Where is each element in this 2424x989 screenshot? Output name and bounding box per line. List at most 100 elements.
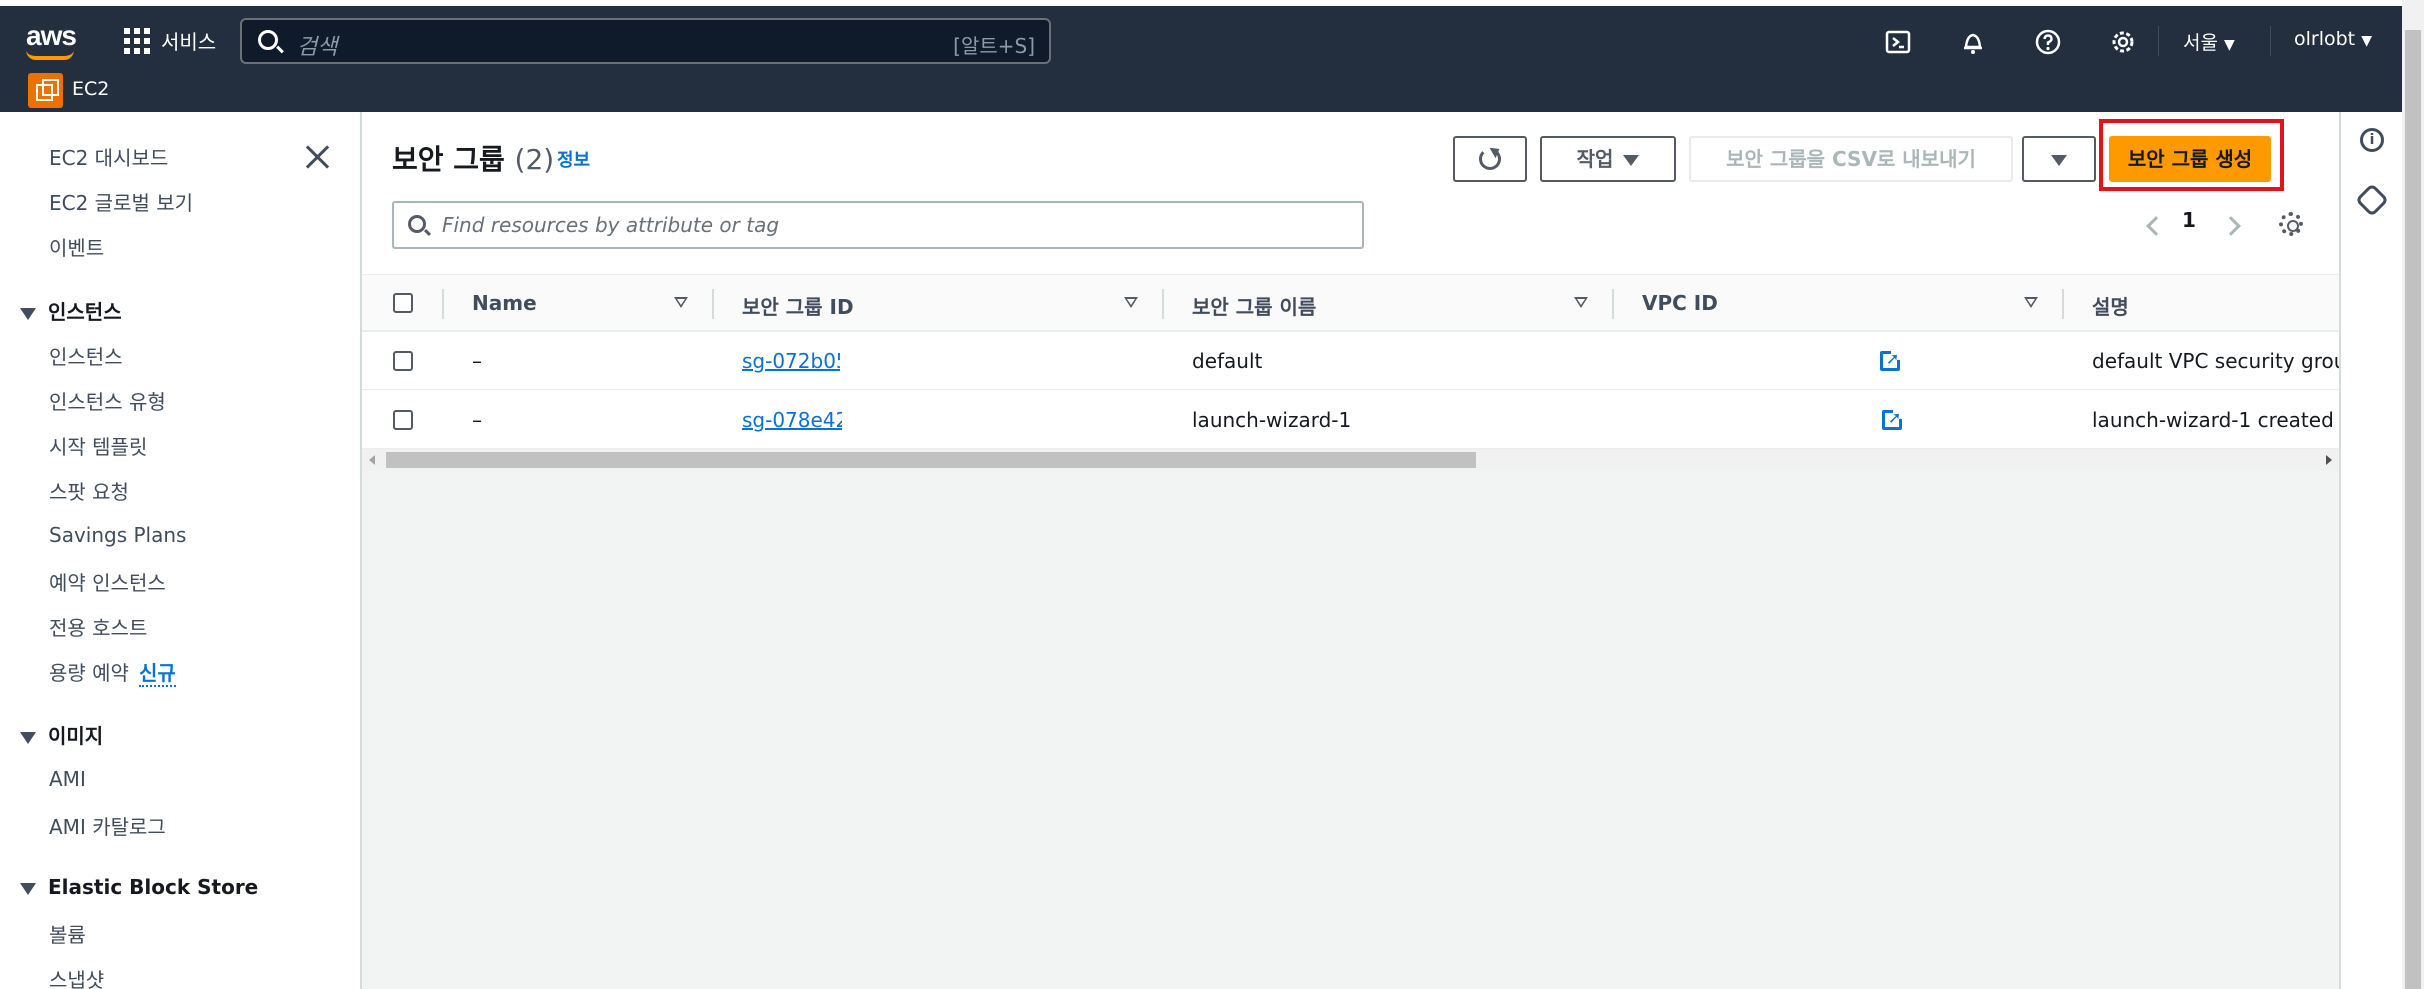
ec2-service-link[interactable]: EC2 bbox=[72, 78, 109, 100]
sidebar-item-ami[interactable]: AMI bbox=[49, 767, 86, 791]
external-link-icon[interactable] bbox=[1882, 408, 1903, 430]
cell-group-id-link[interactable]: sg-078e42 bbox=[742, 408, 842, 432]
search-icon bbox=[408, 215, 426, 233]
refresh-button[interactable] bbox=[1453, 136, 1527, 182]
row-checkbox[interactable] bbox=[393, 410, 413, 430]
sidebar-item-instance-types[interactable]: 인스턴스 유형 bbox=[49, 386, 166, 415]
help-icon[interactable] bbox=[2034, 28, 2062, 56]
cell-description: default VPC security group bbox=[2092, 349, 2360, 373]
column-header-description[interactable]: 설명 bbox=[2092, 291, 2129, 320]
sidebar-item-savings-plans[interactable]: Savings Plans bbox=[49, 523, 186, 547]
services-menu[interactable]: 서비스 bbox=[161, 26, 216, 55]
sidebar-item-global-view[interactable]: EC2 글로벌 보기 bbox=[49, 187, 193, 216]
main-content: 보안 그룹 (2) 정보 작업 보안 그룹을 CSV로 내보내기 보안 그룹 생… bbox=[362, 112, 2359, 989]
search-icon bbox=[258, 30, 278, 50]
column-header-vpc-id[interactable]: VPC ID bbox=[1642, 291, 1718, 315]
export-csv-button[interactable]: 보안 그룹을 CSV로 내보내기 bbox=[1689, 136, 2013, 182]
sidebar-item-ami-catalog[interactable]: AMI 카탈로그 bbox=[49, 811, 166, 840]
table-row[interactable]: – sg-078e42 launch-wizard-1 launch-wizar… bbox=[362, 391, 2353, 449]
caret-down-icon bbox=[20, 307, 36, 320]
chevron-left-icon[interactable] bbox=[2146, 216, 2166, 236]
vertical-scrollbar[interactable] bbox=[2402, 0, 2424, 989]
sidebar-item-capacity-reservations[interactable]: 용량 예약 신규 bbox=[49, 657, 176, 687]
sort-icon[interactable] bbox=[1574, 297, 1588, 308]
sidebar-item-dashboard[interactable]: EC2 대시보드 bbox=[49, 142, 168, 171]
cell-group-name: launch-wizard-1 bbox=[1192, 408, 1352, 432]
search-placeholder: 검색 bbox=[297, 35, 338, 60]
scroll-right-icon[interactable] bbox=[2326, 455, 2332, 465]
service-bar: EC2 bbox=[0, 70, 2424, 112]
filter-input[interactable]: Find resources by attribute or tag bbox=[392, 201, 1364, 249]
aws-logo-text: aws bbox=[26, 20, 77, 51]
page-title-text: 보안 그룹 bbox=[392, 143, 505, 176]
section-title: Elastic Block Store bbox=[48, 875, 259, 899]
chevron-down-icon: ▼ bbox=[2224, 37, 2235, 53]
security-groups-panel: 보안 그룹 (2) 정보 작업 보안 그룹을 CSV로 내보내기 보안 그룹 생… bbox=[362, 112, 2359, 471]
search-shortcut: [알트+S] bbox=[953, 34, 1035, 58]
services-grid-icon[interactable] bbox=[124, 28, 150, 54]
account-label: olrlobt bbox=[2294, 28, 2356, 50]
actions-button[interactable]: 작업 bbox=[1540, 136, 1676, 182]
sidebar-item-dedicated-hosts[interactable]: 전용 호스트 bbox=[49, 612, 147, 641]
info-link[interactable]: 정보 bbox=[557, 146, 590, 172]
top-navigation: aws 서비스 검색 [알트+S] 서울 ▼ olrlobt ▼ bbox=[0, 0, 2424, 70]
cloudshell-icon[interactable] bbox=[1884, 28, 1912, 56]
column-header-group-id[interactable]: 보안 그룹 ID bbox=[742, 291, 854, 320]
sidebar-section-ebs[interactable]: Elastic Block Store bbox=[20, 875, 258, 899]
cell-group-id-link[interactable]: sg-072b05 bbox=[742, 349, 840, 373]
page-number[interactable]: 1 bbox=[2182, 208, 2196, 232]
chevron-right-icon[interactable] bbox=[2221, 216, 2241, 236]
bell-icon[interactable] bbox=[1959, 28, 1987, 56]
sidebar-item-launch-templates[interactable]: 시작 템플릿 bbox=[49, 431, 147, 460]
column-header-group-name[interactable]: 보안 그룹 이름 bbox=[1192, 291, 1316, 320]
ec2-service-icon[interactable] bbox=[28, 73, 63, 108]
sidebar-item-snapshots[interactable]: 스냅샷 bbox=[49, 964, 104, 989]
refresh-icon bbox=[1479, 148, 1501, 170]
column-header-name[interactable]: Name bbox=[472, 291, 537, 315]
settings-icon[interactable] bbox=[2109, 28, 2137, 56]
sort-icon[interactable] bbox=[1124, 297, 1138, 308]
table-header: Name 보안 그룹 ID 보안 그룹 이름 VPC ID 설명 bbox=[362, 274, 2339, 332]
external-link-icon[interactable] bbox=[1880, 349, 1901, 371]
global-search-input[interactable]: 검색 [알트+S] bbox=[240, 18, 1051, 64]
region-label: 서울 bbox=[2183, 32, 2218, 54]
highlight-box bbox=[2099, 119, 2284, 191]
scrollbar-thumb[interactable] bbox=[2405, 30, 2421, 989]
sidebar-item-reserved-instances[interactable]: 예약 인스턴스 bbox=[49, 567, 166, 596]
horizontal-scrollbar[interactable] bbox=[362, 449, 2339, 471]
sort-icon[interactable] bbox=[674, 297, 688, 308]
sort-icon[interactable] bbox=[2024, 297, 2038, 308]
scrollbar-thumb[interactable] bbox=[386, 452, 1476, 468]
sidebar-item-label: 용량 예약 bbox=[49, 661, 129, 685]
actions-label: 작업 bbox=[1576, 147, 1614, 171]
sidebar-item-instances[interactable]: 인스턴스 bbox=[49, 341, 123, 370]
feedback-icon[interactable] bbox=[2355, 183, 2389, 217]
sidebar-item-events[interactable]: 이벤트 bbox=[49, 232, 104, 261]
sidebar-section-instances[interactable]: 인스턴스 bbox=[20, 296, 122, 325]
gear-icon[interactable] bbox=[2279, 212, 2303, 236]
cell-group-name: default bbox=[1192, 349, 1263, 373]
caret-down-icon bbox=[20, 731, 36, 744]
account-menu[interactable]: olrlobt ▼ bbox=[2294, 28, 2372, 50]
page-title: 보안 그룹 (2) bbox=[392, 138, 554, 178]
sidebar-item-spot-requests[interactable]: 스팟 요청 bbox=[49, 476, 129, 505]
cell-description: launch-wizard-1 created 2 bbox=[2092, 408, 2353, 432]
sidebar-item-volumes[interactable]: 볼륨 bbox=[49, 919, 86, 948]
caret-down-icon bbox=[2051, 155, 2067, 166]
section-title: 이미지 bbox=[48, 724, 104, 748]
close-icon[interactable] bbox=[303, 142, 333, 172]
caret-down-icon bbox=[20, 882, 36, 895]
chevron-down-icon: ▼ bbox=[2361, 33, 2372, 49]
export-dropdown-button[interactable] bbox=[2022, 136, 2096, 182]
row-checkbox[interactable] bbox=[393, 351, 413, 371]
sidebar-section-images[interactable]: 이미지 bbox=[20, 720, 103, 749]
table-row[interactable]: – sg-072b05 default default VPC security… bbox=[362, 332, 2359, 390]
aws-logo[interactable]: aws bbox=[26, 20, 77, 60]
scroll-left-icon[interactable] bbox=[369, 455, 375, 465]
cell-name: – bbox=[472, 408, 482, 432]
select-all-checkbox[interactable] bbox=[393, 293, 413, 313]
info-icon[interactable]: i bbox=[2360, 128, 2384, 152]
side-navigation: EC2 대시보드 EC2 글로벌 보기 이벤트 인스턴스 인스턴스 인스턴스 유… bbox=[0, 112, 362, 989]
caret-down-icon bbox=[1623, 155, 1640, 166]
region-selector[interactable]: 서울 ▼ bbox=[2183, 28, 2235, 55]
